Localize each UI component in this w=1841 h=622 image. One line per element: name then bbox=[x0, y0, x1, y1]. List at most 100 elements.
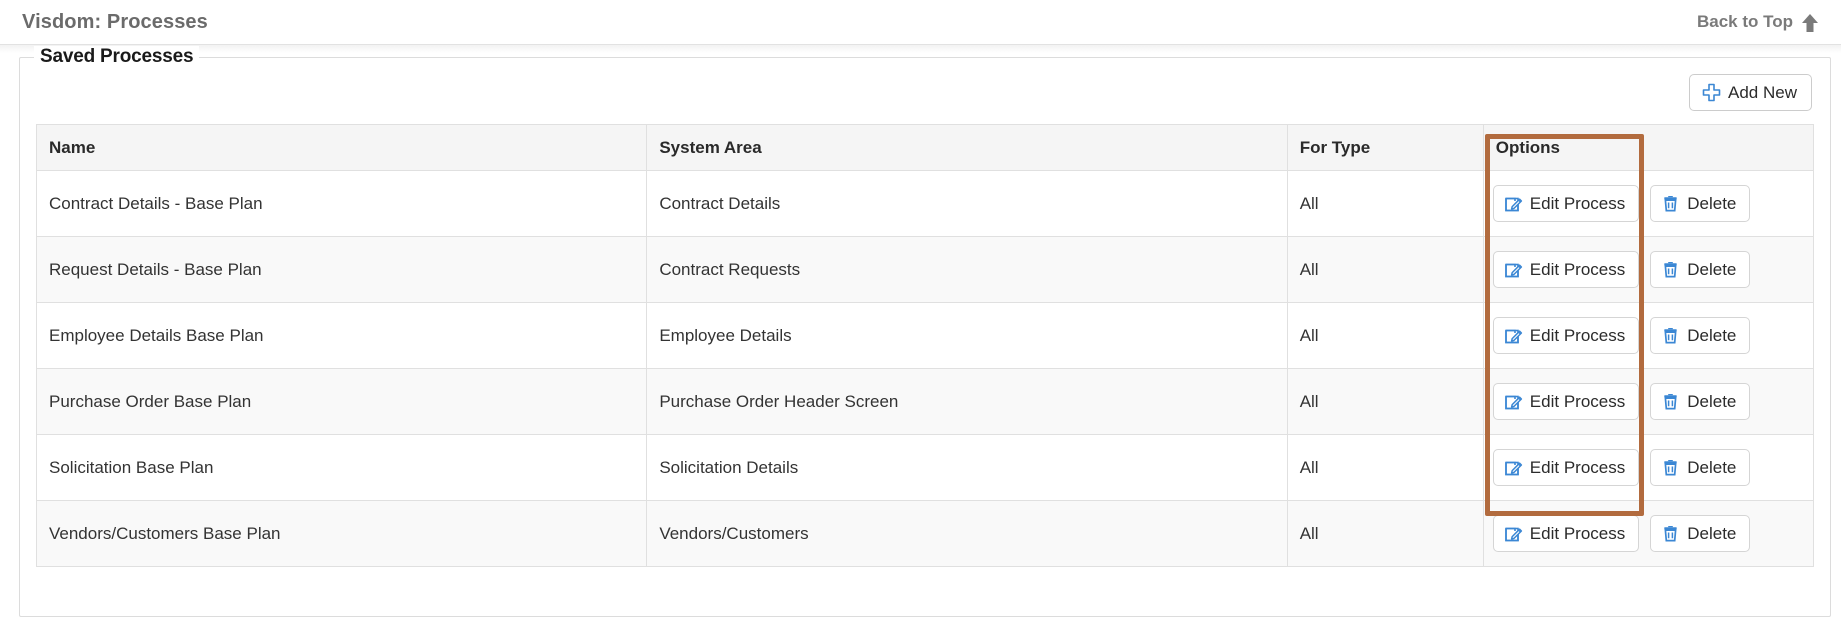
process-name-text: Request Details - Base Plan bbox=[49, 259, 262, 279]
edit-pencil-icon bbox=[1504, 524, 1523, 543]
cell-options: Edit Process Delete bbox=[1482, 368, 1815, 435]
process-name-text: Vendors/Customers Base Plan bbox=[49, 523, 281, 543]
cell-name: Purchase Order Base Plan bbox=[35, 368, 648, 435]
delete-label: Delete bbox=[1687, 392, 1737, 411]
system-area-text: Solicitation Details bbox=[659, 457, 799, 477]
table-row[interactable]: Vendors/Customers Base Plan Vendors/Cust… bbox=[35, 500, 1815, 567]
table-body: Contract Details - Base Plan Contract De… bbox=[35, 170, 1815, 567]
edit-process-button[interactable]: Edit Process bbox=[1492, 185, 1640, 222]
cell-for-type: All bbox=[1286, 302, 1484, 369]
table-header-row: Name System Area For Type Options bbox=[35, 124, 1815, 171]
delete-button[interactable]: Delete bbox=[1650, 317, 1751, 354]
cell-name: Contract Details - Base Plan bbox=[35, 170, 648, 237]
page-title: Visdom: Processes bbox=[22, 10, 208, 33]
cell-for-type: All bbox=[1286, 368, 1484, 435]
table-row[interactable]: Employee Details Base Plan Employee Deta… bbox=[35, 302, 1815, 369]
cell-system-area: Contract Details bbox=[646, 170, 1288, 237]
plus-icon bbox=[1702, 83, 1721, 102]
cell-options: Edit Process Delete bbox=[1482, 500, 1815, 567]
table-row[interactable]: Solicitation Base Plan Solicitation Deta… bbox=[35, 434, 1815, 501]
column-header-system-area[interactable]: System Area bbox=[646, 124, 1288, 171]
delete-label: Delete bbox=[1687, 260, 1737, 279]
process-name-text: Solicitation Base Plan bbox=[49, 457, 214, 477]
trash-icon bbox=[1661, 194, 1680, 213]
table-row[interactable]: Contract Details - Base Plan Contract De… bbox=[35, 170, 1815, 237]
delete-label: Delete bbox=[1687, 458, 1737, 477]
table-row[interactable]: Request Details - Base Plan Contract Req… bbox=[35, 236, 1815, 303]
system-area-text: Contract Details bbox=[659, 193, 781, 213]
saved-processes-table: Name System Area For Type Options Contra… bbox=[35, 124, 1815, 567]
trash-icon bbox=[1661, 260, 1680, 279]
delete-button[interactable]: Delete bbox=[1650, 383, 1751, 420]
delete-button[interactable]: Delete bbox=[1650, 449, 1751, 486]
delete-button[interactable]: Delete bbox=[1650, 185, 1751, 222]
edit-process-label: Edit Process bbox=[1529, 458, 1626, 477]
table-row[interactable]: Purchase Order Base Plan Purchase Order … bbox=[35, 368, 1815, 435]
edit-process-label: Edit Process bbox=[1529, 194, 1626, 213]
trash-icon bbox=[1661, 524, 1680, 543]
trash-icon bbox=[1661, 326, 1680, 345]
cell-name: Request Details - Base Plan bbox=[35, 236, 648, 303]
for-type-text: All bbox=[1299, 193, 1319, 213]
row-actions: Edit Process Delete bbox=[1484, 383, 1812, 420]
panel-legend: Saved Processes bbox=[34, 46, 200, 68]
delete-button[interactable]: Delete bbox=[1650, 515, 1751, 552]
cell-system-area: Vendors/Customers bbox=[646, 500, 1288, 567]
panel-toolbar: Add New bbox=[36, 58, 1814, 124]
process-name-text: Employee Details Base Plan bbox=[49, 325, 264, 345]
cell-name: Employee Details Base Plan bbox=[35, 302, 648, 369]
add-new-label: Add New bbox=[1728, 83, 1797, 102]
saved-processes-panel: Saved Processes Add New Name System Area… bbox=[19, 46, 1831, 617]
add-new-button[interactable]: Add New bbox=[1689, 74, 1812, 111]
row-actions: Edit Process Delete bbox=[1484, 185, 1812, 222]
column-header-name[interactable]: Name bbox=[35, 124, 648, 171]
arrow-up-icon bbox=[1801, 13, 1819, 33]
edit-process-button[interactable]: Edit Process bbox=[1492, 383, 1640, 420]
process-name-text: Contract Details - Base Plan bbox=[49, 193, 263, 213]
edit-pencil-icon bbox=[1504, 458, 1523, 477]
for-type-text: All bbox=[1299, 457, 1319, 477]
back-to-top-link[interactable]: Back to Top bbox=[1697, 12, 1819, 32]
cell-options: Edit Process Delete bbox=[1482, 302, 1815, 369]
trash-icon bbox=[1661, 392, 1680, 411]
cell-system-area: Solicitation Details bbox=[646, 434, 1288, 501]
system-area-text: Employee Details bbox=[659, 325, 792, 345]
edit-process-label: Edit Process bbox=[1529, 524, 1626, 543]
cell-system-area: Contract Requests bbox=[646, 236, 1288, 303]
row-actions: Edit Process Delete bbox=[1484, 317, 1812, 354]
cell-for-type: All bbox=[1286, 236, 1484, 303]
edit-pencil-icon bbox=[1504, 260, 1523, 279]
edit-process-button[interactable]: Edit Process bbox=[1492, 317, 1640, 354]
process-name-text: Purchase Order Base Plan bbox=[49, 391, 252, 411]
trash-icon bbox=[1661, 458, 1680, 477]
edit-process-button[interactable]: Edit Process bbox=[1492, 515, 1640, 552]
edit-process-label: Edit Process bbox=[1529, 260, 1626, 279]
delete-label: Delete bbox=[1687, 326, 1737, 345]
back-to-top-label: Back to Top bbox=[1696, 12, 1793, 31]
column-header-options[interactable]: Options bbox=[1482, 124, 1815, 171]
edit-process-button[interactable]: Edit Process bbox=[1492, 449, 1640, 486]
edit-process-button[interactable]: Edit Process bbox=[1492, 251, 1640, 288]
edit-process-label: Edit Process bbox=[1529, 326, 1626, 345]
edit-pencil-icon bbox=[1504, 326, 1523, 345]
cell-for-type: All bbox=[1286, 500, 1484, 567]
for-type-text: All bbox=[1299, 325, 1319, 345]
cell-for-type: All bbox=[1286, 434, 1484, 501]
row-actions: Edit Process Delete bbox=[1484, 251, 1812, 288]
edit-pencil-icon bbox=[1504, 194, 1523, 213]
edit-process-label: Edit Process bbox=[1529, 392, 1626, 411]
cell-options: Edit Process Delete bbox=[1482, 236, 1815, 303]
system-area-text: Contract Requests bbox=[659, 259, 801, 279]
cell-system-area: Employee Details bbox=[646, 302, 1288, 369]
column-header-for-type[interactable]: For Type bbox=[1286, 124, 1484, 171]
system-area-text: Purchase Order Header Screen bbox=[659, 391, 899, 411]
cell-options: Edit Process Delete bbox=[1482, 170, 1815, 237]
system-area-text: Vendors/Customers bbox=[659, 523, 809, 543]
delete-button[interactable]: Delete bbox=[1650, 251, 1751, 288]
delete-label: Delete bbox=[1687, 194, 1737, 213]
delete-label: Delete bbox=[1687, 524, 1737, 543]
row-actions: Edit Process Delete bbox=[1484, 449, 1812, 486]
cell-name: Solicitation Base Plan bbox=[35, 434, 648, 501]
cell-options: Edit Process Delete bbox=[1482, 434, 1815, 501]
edit-pencil-icon bbox=[1504, 392, 1523, 411]
